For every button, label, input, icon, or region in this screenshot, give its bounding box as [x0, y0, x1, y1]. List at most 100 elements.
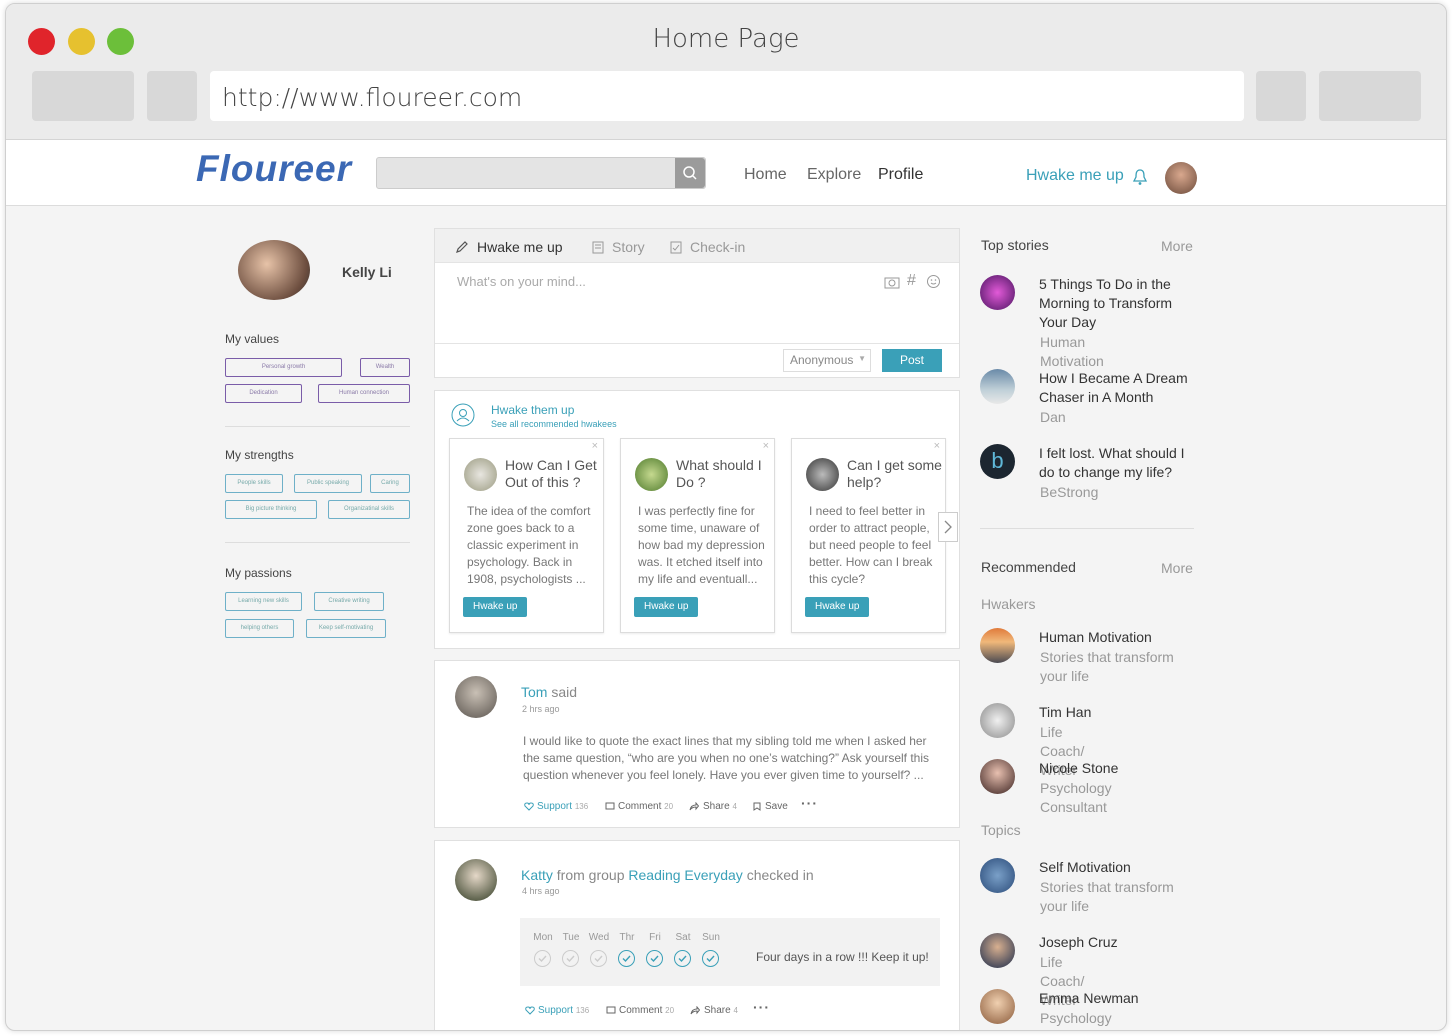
share-count: 4 [732, 802, 737, 811]
passion-tag[interactable]: Keep self-motivating [306, 619, 386, 638]
support-count: 136 [574, 802, 589, 811]
value-tag[interactable]: Dedication [225, 384, 302, 403]
card-avatar [806, 458, 839, 491]
comment-button[interactable]: Comment 20 [619, 1005, 674, 1016]
chevron-down-icon: ▼ [858, 354, 866, 363]
top-stories-more[interactable]: More [1161, 238, 1193, 254]
recommend-card[interactable]: × What should I Do ? I was perfectly fin… [620, 438, 775, 633]
author-name[interactable]: Tom [521, 684, 547, 700]
hwake-up-button[interactable]: Hwake up [463, 597, 528, 617]
share-label: Share [704, 1005, 731, 1016]
recommend-panel: Hwake them up See all recommended hwakee… [434, 390, 960, 649]
back-button[interactable] [32, 71, 134, 121]
value-tag[interactable]: Personal growth [225, 358, 342, 377]
address-bar[interactable]: http://www.floureer.com [210, 71, 1244, 121]
nav-profile[interactable]: Profile [878, 166, 923, 184]
story-source: Dan [1040, 409, 1066, 425]
close-icon[interactable]: × [934, 440, 940, 452]
browser-action-button[interactable] [1256, 71, 1306, 121]
group-link[interactable]: Reading Everyday [628, 867, 742, 883]
day-check-icon [646, 950, 663, 967]
user-avatar[interactable] [1165, 162, 1197, 194]
hwaker-name[interactable]: Human Motivation [1039, 628, 1199, 647]
post-avatar[interactable] [455, 859, 497, 901]
day-check-icon [674, 950, 691, 967]
topic-name[interactable]: Self Motivation [1039, 858, 1199, 877]
share-button[interactable]: Share 4 [703, 801, 737, 812]
story-title[interactable]: How I Became A Dream Chaser in A Month [1039, 369, 1199, 407]
recommend-card[interactable]: × How Can I Get Out of this ? The idea o… [449, 438, 604, 633]
topics-title: Topics [981, 822, 1021, 838]
pencil-icon [456, 241, 468, 253]
hwake-up-button[interactable]: Hwake up [805, 597, 870, 617]
value-tag[interactable]: Human connection [318, 384, 410, 403]
day-label: Sun [702, 932, 720, 943]
logo[interactable]: Floureer [196, 148, 352, 190]
nav-home[interactable]: Home [744, 166, 787, 184]
hwake-up-button[interactable]: Hwake up [634, 597, 699, 617]
value-tag[interactable]: Wealth [360, 358, 410, 377]
top-stories-title: Top stories [981, 237, 1049, 253]
recommend-card[interactable]: × Can I get some help? I need to feel be… [791, 438, 946, 633]
passion-tag[interactable]: Creative writing [314, 592, 384, 611]
topic-avatar [980, 933, 1015, 968]
recommended-more[interactable]: More [1161, 560, 1193, 576]
story-thumb [980, 275, 1015, 310]
tab-checkin[interactable]: Check-in [690, 239, 745, 255]
post-avatar[interactable] [455, 676, 497, 718]
card-title: How Can I Get Out of this ? [505, 457, 597, 490]
comment-icon [605, 802, 615, 810]
strength-tag[interactable]: Caring [370, 474, 410, 493]
day-check-icon [590, 950, 607, 967]
story-title[interactable]: 5 Things To Do in the Morning to Transfo… [1039, 275, 1199, 332]
strength-tag[interactable]: Public speaking [294, 474, 362, 493]
passion-tag[interactable]: Learning new skills [225, 592, 302, 611]
strength-tag[interactable]: Big picture thinking [225, 500, 317, 519]
post-button[interactable]: Post [882, 349, 942, 372]
topic-name[interactable]: Emma Newman [1039, 989, 1199, 1008]
hashtag-icon[interactable]: # [907, 272, 916, 290]
topic-name[interactable]: Joseph Cruz [1039, 933, 1199, 952]
composer-input[interactable]: What's on your mind... [457, 274, 586, 289]
bell-icon[interactable] [1132, 168, 1148, 186]
search-button[interactable] [675, 158, 705, 188]
profile-avatar[interactable] [238, 240, 310, 300]
forward-button[interactable] [147, 71, 197, 121]
more-icon[interactable]: ··· [753, 999, 770, 1015]
tab-hwake-me-up[interactable]: Hwake me up [477, 239, 563, 255]
nav-explore[interactable]: Explore [807, 166, 861, 184]
bestrong-logo-icon: b [980, 444, 1015, 479]
passion-tag[interactable]: helping others [225, 619, 294, 638]
close-icon[interactable]: × [592, 440, 598, 452]
comment-button[interactable]: Comment 20 [618, 801, 673, 812]
support-button[interactable]: Support 136 [537, 801, 588, 812]
carousel-next-button[interactable] [938, 512, 958, 542]
hwaker-name[interactable]: Nicole Stone [1039, 759, 1199, 778]
author-name[interactable]: Katty [521, 867, 553, 883]
hwake-me-up-link[interactable]: Hwake me up [1026, 167, 1124, 185]
browser-menu-button[interactable] [1319, 71, 1421, 121]
story-icon [592, 241, 604, 254]
camera-icon[interactable] [884, 275, 900, 289]
more-icon[interactable]: ··· [801, 795, 818, 811]
close-icon[interactable]: × [763, 440, 769, 452]
visibility-select[interactable]: Anonymous ▼ [783, 349, 871, 372]
card-avatar [635, 458, 668, 491]
hwaker-name[interactable]: Tim Han [1039, 703, 1199, 722]
day-label: Tue [562, 932, 580, 943]
divider [980, 528, 1194, 529]
post-verb: said [551, 684, 578, 700]
support-button[interactable]: Support 136 [538, 1005, 589, 1016]
strength-tag[interactable]: Organizatinal skills [328, 500, 410, 519]
passions-title: My passions [225, 566, 292, 580]
story-title[interactable]: I felt lost. What should I do to change … [1039, 444, 1199, 482]
emoji-icon[interactable] [926, 274, 941, 289]
save-button[interactable]: Save [765, 801, 788, 812]
strength-tag[interactable]: People skills [225, 474, 283, 493]
topic-desc: Stories that transform your life [1040, 879, 1174, 914]
share-button[interactable]: Share 4 [704, 1005, 738, 1016]
post-author[interactable]: Tom said [521, 684, 577, 700]
search-input[interactable] [376, 157, 706, 189]
see-all-link[interactable]: See all recommended hwakees [491, 419, 617, 429]
tab-story[interactable]: Story [612, 239, 645, 255]
